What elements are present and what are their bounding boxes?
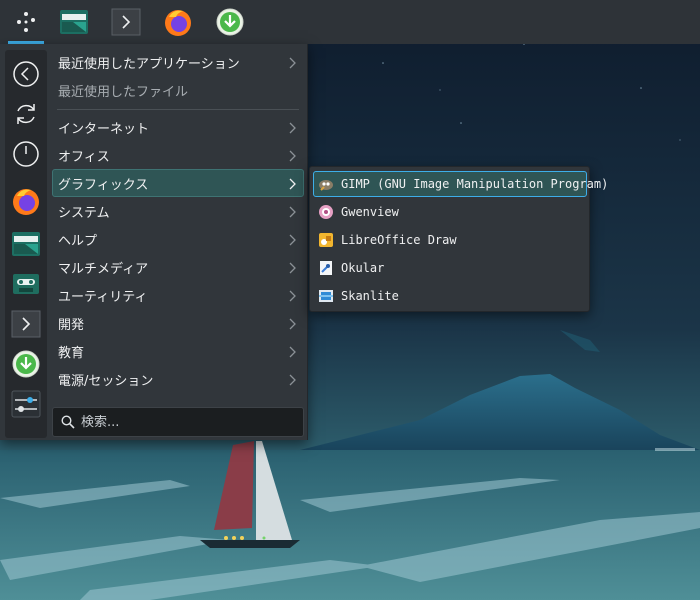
app-label: Gwenview [341, 205, 399, 219]
chevron-right-icon [289, 346, 296, 358]
category-recent-applications[interactable]: 最近使用したアプリケーション [52, 48, 304, 76]
category-education[interactable]: 教育 [52, 337, 304, 365]
okular-icon [318, 260, 334, 276]
refresh-icon [17, 104, 35, 124]
category-internet[interactable]: インターネット [52, 113, 304, 141]
category-label: インターネット [58, 121, 150, 137]
category-label: 最近使用したアプリケーション [58, 56, 240, 72]
favorite-updater-button[interactable] [10, 348, 42, 380]
application-launcher-button[interactable] [6, 4, 46, 44]
app-libreoffice-draw[interactable]: LibreOffice Draw [313, 227, 587, 253]
favorite-settings-button[interactable] [10, 388, 42, 420]
category-power-session[interactable]: 電源/セッション [52, 365, 304, 393]
gimp-icon [318, 176, 334, 192]
favorites-sidebar [5, 50, 47, 438]
chevron-right-icon [289, 318, 296, 330]
category-development[interactable]: 開発 [52, 309, 304, 337]
chevron-right-icon [289, 150, 296, 162]
category-label: 電源/セッション [58, 373, 154, 389]
power-icon [13, 141, 39, 167]
favorite-media-button[interactable] [10, 268, 42, 300]
application-launcher-menu: 最近使用したアプリケーション 最近使用したファイル インターネット オフィス グ… [0, 44, 308, 440]
cassette-icon [13, 274, 39, 294]
firefox-button[interactable] [158, 4, 198, 40]
category-office[interactable]: オフィス [52, 141, 304, 169]
download-icon [12, 350, 40, 378]
category-label: マルチメディア [58, 261, 149, 277]
category-multimedia[interactable]: マルチメディア [52, 253, 304, 281]
folder-icon [12, 232, 40, 256]
terminal-icon [111, 8, 141, 36]
settings-sliders-icon [11, 390, 41, 418]
libreoffice-draw-icon [318, 232, 334, 248]
search-icon [61, 415, 75, 429]
power-button[interactable] [10, 138, 42, 170]
terminal-button[interactable] [106, 4, 146, 40]
back-arrow-icon [13, 61, 39, 87]
firefox-icon [165, 10, 191, 36]
graphics-submenu: GIMP (GNU Image Manipulation Program) Gw… [309, 166, 608, 312]
category-label: ヘルプ [58, 233, 98, 249]
menu-separator [57, 109, 299, 110]
category-label: 開発 [58, 317, 85, 333]
app-okular[interactable]: Okular [313, 255, 587, 281]
app-gimp[interactable]: GIMP (GNU Image Manipulation Program) [313, 171, 608, 197]
launcher-dots-icon [17, 12, 35, 32]
chevron-right-icon [289, 178, 296, 190]
chevron-right-icon [289, 262, 296, 274]
category-label: 教育 [58, 345, 85, 361]
folder-icon [60, 10, 88, 34]
category-label: ユーティリティ [58, 289, 148, 305]
chevron-right-icon [289, 374, 296, 386]
category-utilities[interactable]: ユーティリティ [52, 281, 304, 309]
app-label: GIMP (GNU Image Manipulation Program) [341, 177, 609, 191]
category-label: グラフィックス [58, 177, 149, 193]
category-graphics[interactable]: グラフィックス [52, 169, 304, 197]
refresh-button[interactable] [10, 98, 42, 130]
app-label: Skanlite [341, 289, 399, 303]
search-box[interactable] [52, 407, 304, 437]
top-panel [0, 0, 700, 44]
chevron-right-icon [289, 206, 296, 218]
favorite-terminal-button[interactable] [10, 308, 42, 340]
app-gwenview[interactable]: Gwenview [313, 199, 587, 225]
category-label: オフィス [58, 149, 110, 165]
favorite-file-manager-button[interactable] [10, 228, 42, 260]
chevron-right-icon [289, 290, 296, 302]
chevron-right-icon [289, 234, 296, 246]
category-system[interactable]: システム [52, 197, 304, 225]
download-icon [216, 8, 244, 36]
search-input[interactable] [81, 414, 291, 430]
skanlite-icon [318, 288, 334, 304]
firefox-icon [13, 189, 39, 215]
updater-button[interactable] [210, 4, 250, 40]
app-skanlite[interactable]: Skanlite [313, 283, 587, 309]
chevron-right-icon [289, 57, 296, 69]
app-label: LibreOffice Draw [341, 233, 457, 247]
file-manager-button[interactable] [54, 4, 94, 40]
category-help[interactable]: ヘルプ [52, 225, 304, 253]
category-label: 最近使用したファイル [58, 84, 189, 100]
category-recent-files[interactable]: 最近使用したファイル [52, 76, 304, 104]
category-label: システム [58, 205, 110, 221]
back-button[interactable] [10, 58, 42, 90]
terminal-icon [11, 310, 41, 338]
app-label: Okular [341, 261, 385, 275]
favorite-firefox-button[interactable] [10, 185, 42, 217]
chevron-right-icon [289, 122, 296, 134]
gwenview-icon [318, 204, 334, 220]
